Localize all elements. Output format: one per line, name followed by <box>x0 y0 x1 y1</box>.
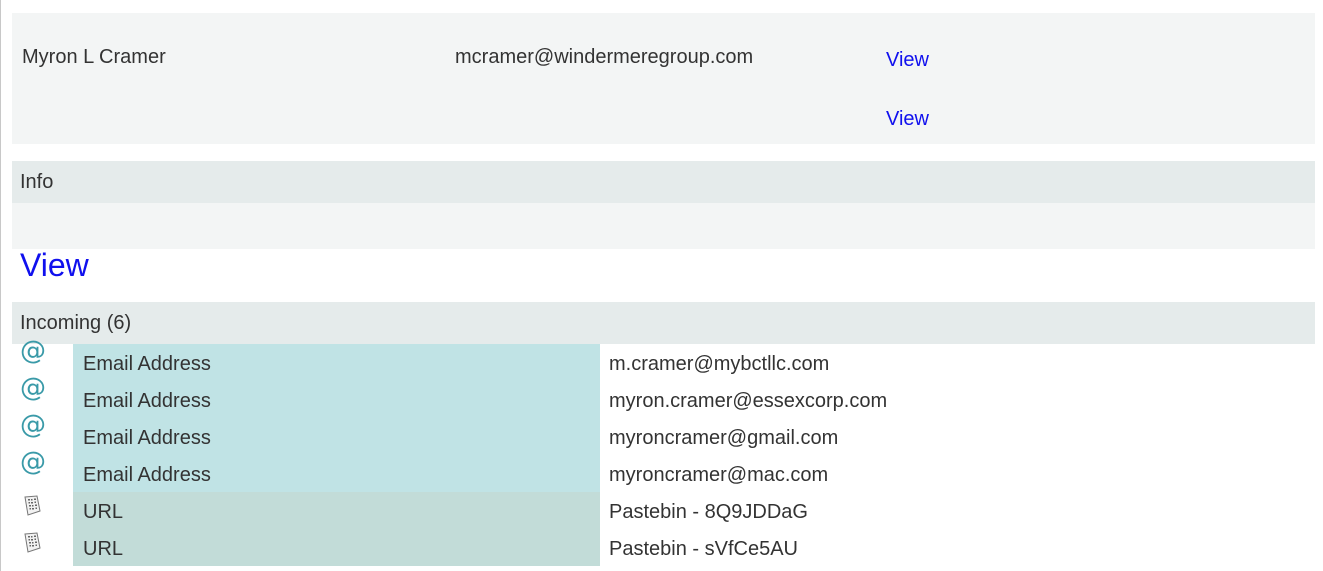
binary-document-icon <box>24 495 41 516</box>
row-type: Email Address <box>73 344 600 381</box>
at-sign-icon: @ <box>20 336 46 366</box>
incoming-row[interactable]: @ Email Address myroncramer@mac.com <box>12 449 1315 492</box>
row-value: Pastebin - 8Q9JDDaG <box>600 492 1315 529</box>
incoming-row[interactable]: @ Email Address myron.cramer@essexcorp.c… <box>12 375 1315 418</box>
row-value: m.cramer@mybctllc.com <box>600 344 1315 381</box>
binary-document-icon <box>24 532 41 553</box>
incoming-row[interactable]: URL Pastebin - sVfCe5AU <box>12 529 1315 566</box>
incoming-row[interactable]: @ Email Address m.cramer@mybctllc.com <box>12 338 1315 381</box>
row-type: URL <box>73 529 600 566</box>
view-link-large[interactable]: View <box>20 247 89 284</box>
page: Myron L Cramer mcramer@windermeregroup.c… <box>0 0 1323 571</box>
incoming-section-header: Incoming (6) <box>12 302 1315 344</box>
row-type: URL <box>73 492 600 529</box>
row-value: myroncramer@gmail.com <box>600 418 1315 455</box>
left-divider <box>0 0 1 571</box>
row-type: Email Address <box>73 418 600 455</box>
at-sign-icon: @ <box>20 447 46 477</box>
contact-name: Myron L Cramer <box>22 46 166 68</box>
row-type: Email Address <box>73 381 600 418</box>
view-link-2[interactable]: View <box>886 108 929 131</box>
view-link-1[interactable]: View <box>886 49 929 72</box>
at-sign-icon: @ <box>20 410 46 440</box>
contact-block: Myron L Cramer mcramer@windermeregroup.c… <box>12 13 1315 144</box>
incoming-row[interactable]: @ Email Address myroncramer@gmail.com <box>12 412 1315 455</box>
row-value: myron.cramer@essexcorp.com <box>600 381 1315 418</box>
contact-email: mcramer@windermeregroup.com <box>455 46 754 68</box>
row-value: myroncramer@mac.com <box>600 455 1315 492</box>
info-section-header: Info <box>12 161 1315 203</box>
row-type: Email Address <box>73 455 600 492</box>
info-section-body <box>12 203 1315 249</box>
at-sign-icon: @ <box>20 373 46 403</box>
incoming-list: @ Email Address m.cramer@mybctllc.com @ … <box>12 338 1315 566</box>
row-value: Pastebin - sVfCe5AU <box>600 529 1315 566</box>
incoming-row[interactable]: URL Pastebin - 8Q9JDDaG <box>12 492 1315 529</box>
